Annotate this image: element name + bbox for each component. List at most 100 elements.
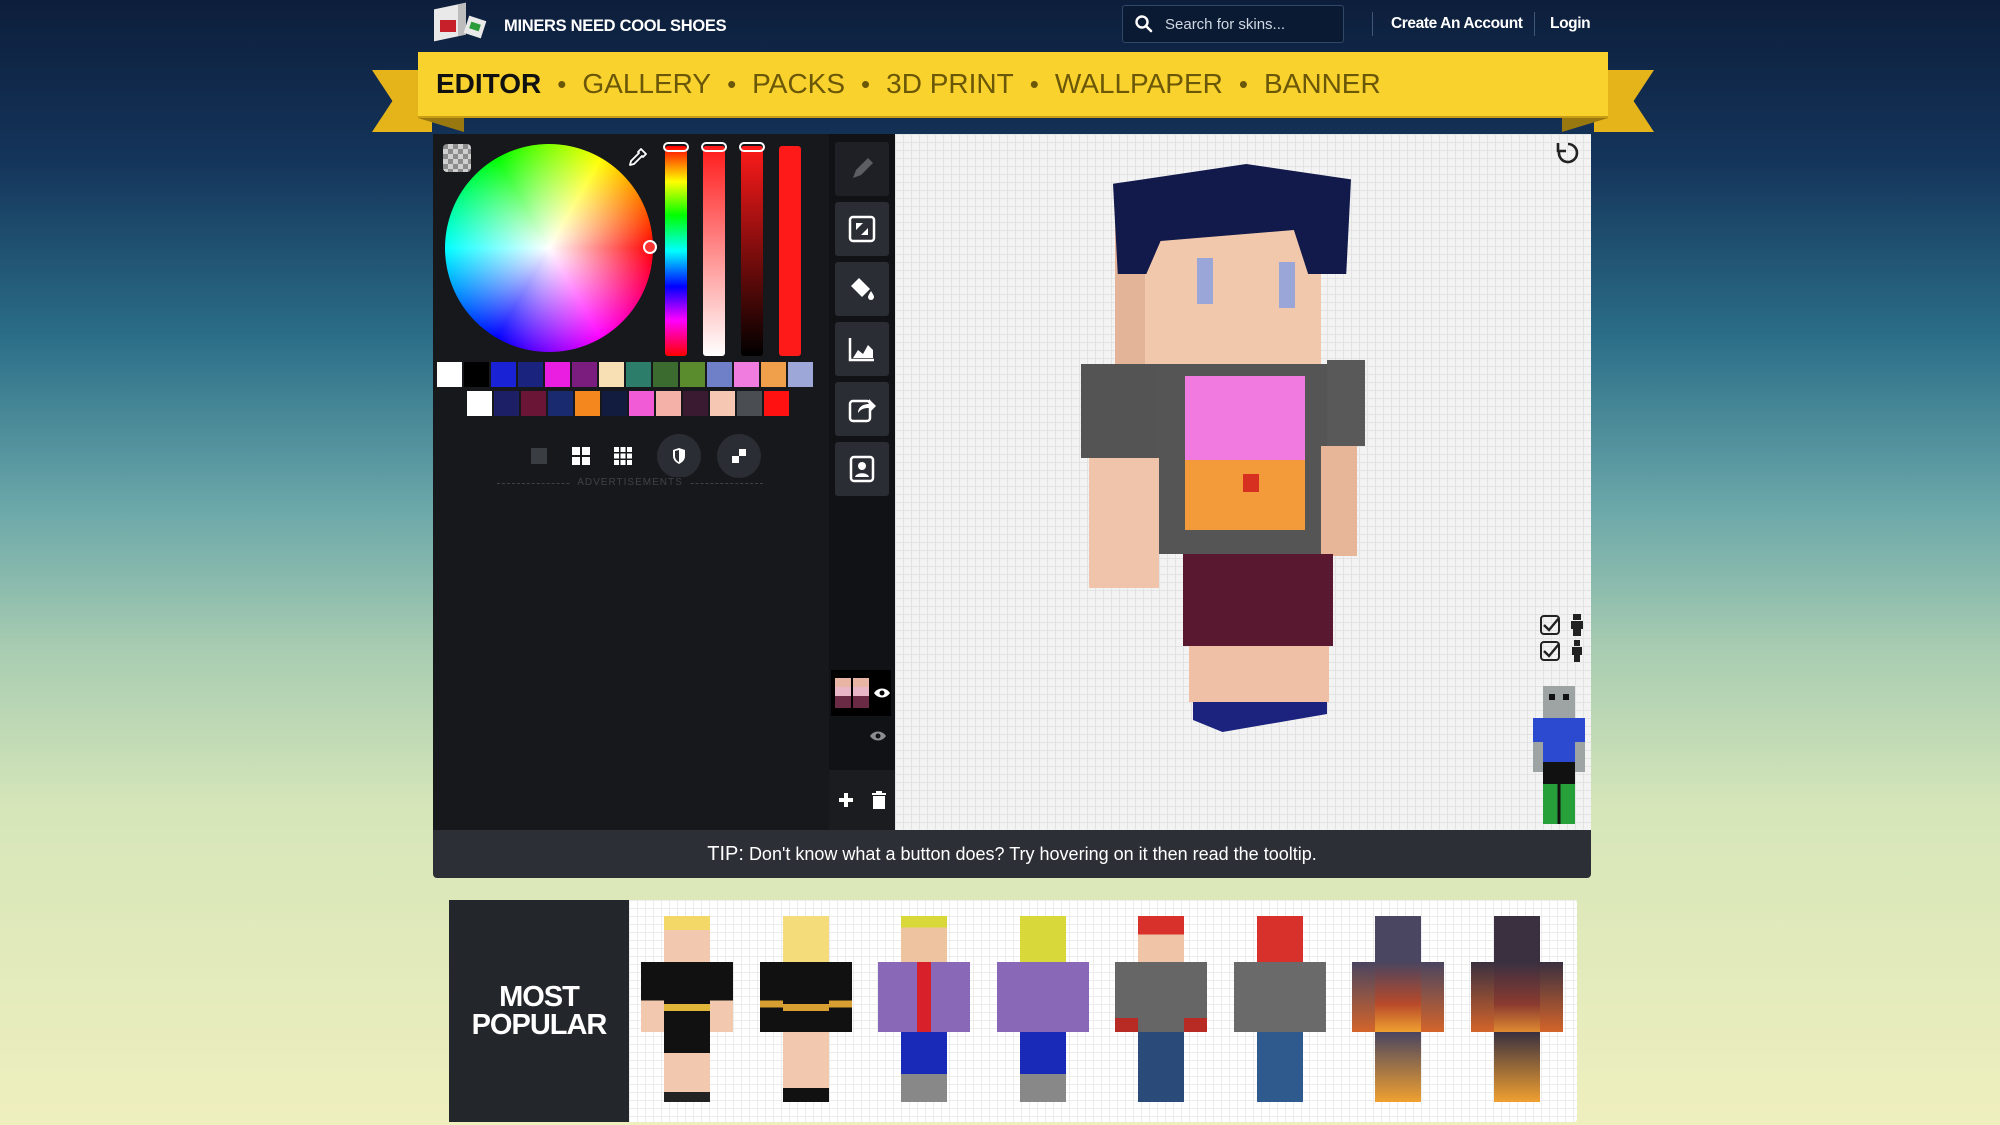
saturation-slider[interactable] <box>701 142 727 356</box>
nav-separator: • <box>1238 68 1248 99</box>
main-nav-ribbon: EDITOR • GALLERY • PACKS • 3D PRINT • WA… <box>372 52 1654 132</box>
site-logo[interactable]: MINERS NEED COOL SHOES <box>432 0 752 52</box>
login-link[interactable]: Login <box>1550 15 1591 33</box>
nav-separator: • <box>861 68 871 99</box>
popular-skin-thumbnail[interactable] <box>641 916 735 1106</box>
palette-swatch[interactable] <box>680 362 705 387</box>
color-wheel[interactable] <box>445 144 653 352</box>
palette-swatch[interactable] <box>734 362 759 387</box>
slider-knob[interactable] <box>739 142 765 152</box>
palette-swatch[interactable] <box>464 362 489 387</box>
tip-text: Don't know what a button does? Try hover… <box>748 843 1317 864</box>
model-shirt-print-top <box>1185 376 1305 460</box>
pencil-tool-button[interactable] <box>835 142 889 196</box>
pencil-icon <box>853 158 873 178</box>
palette-swatch[interactable] <box>737 391 762 416</box>
slider-knob[interactable] <box>701 142 727 152</box>
bucket-fill-tool-button[interactable] <box>835 262 889 316</box>
popular-skin-thumbnail[interactable] <box>1233 916 1328 1106</box>
brush-size-3-button[interactable] <box>605 436 641 476</box>
palette-swatch[interactable] <box>656 391 681 416</box>
base-layer-figure-icon <box>1572 640 1582 662</box>
trash-icon[interactable] <box>871 791 887 809</box>
search-input[interactable] <box>1163 14 1327 34</box>
popular-skin-thumbnail[interactable] <box>1115 916 1209 1106</box>
palette-swatch[interactable] <box>629 391 654 416</box>
palette-swatch[interactable] <box>764 391 789 416</box>
popular-skin-thumbnail[interactable] <box>878 916 972 1106</box>
model-arm-left <box>1089 458 1159 588</box>
header-divider <box>1534 12 1535 36</box>
most-popular-title-line2: POPULAR <box>471 1009 608 1041</box>
create-account-link[interactable]: Create An Account <box>1391 15 1523 33</box>
nav-item-editor[interactable]: EDITOR <box>436 68 541 100</box>
palette-swatch[interactable] <box>572 362 597 387</box>
search-box[interactable] <box>1122 5 1344 43</box>
mirror-tool-icon[interactable] <box>717 434 761 478</box>
checkbox-checked-icon[interactable] <box>1539 614 1561 636</box>
part-toggles <box>1539 614 1585 666</box>
palette-swatch[interactable] <box>437 362 462 387</box>
nav-item-3d-print[interactable]: 3D PRINT <box>886 68 1014 100</box>
eye-icon[interactable] <box>873 687 891 699</box>
nav-separator: • <box>557 68 567 99</box>
skin-upload-tool-button[interactable] <box>835 442 889 496</box>
palette-swatch[interactable] <box>602 391 627 416</box>
popular-skin-thumbnail[interactable] <box>1470 916 1565 1106</box>
palette-swatch[interactable] <box>545 362 570 387</box>
skin-2d-mini-preview <box>1533 686 1585 824</box>
checkbox-checked-icon[interactable] <box>1539 640 1561 662</box>
nav-item-wallpaper[interactable]: WALLPAPER <box>1055 68 1223 100</box>
nav-item-packs[interactable]: PACKS <box>752 68 845 100</box>
reset-view-icon[interactable] <box>1555 140 1581 166</box>
palette-swatch[interactable] <box>494 391 519 416</box>
palette-swatch[interactable] <box>788 362 813 387</box>
palette-swatch[interactable] <box>467 391 492 416</box>
transform-tool-button[interactable] <box>835 202 889 256</box>
noise-tool-button[interactable] <box>835 322 889 376</box>
layer-skin-preview <box>853 678 869 708</box>
palette-swatch[interactable] <box>518 362 543 387</box>
brush-size-1-button[interactable] <box>521 436 557 476</box>
hue-slider[interactable] <box>663 142 689 356</box>
advertisements-label: ADVERTISEMENTS <box>497 477 763 488</box>
palette-swatch[interactable] <box>575 391 600 416</box>
color-wheel-handle[interactable] <box>643 240 657 254</box>
nav-item-gallery[interactable]: GALLERY <box>582 68 711 100</box>
tip-label: TIP: <box>707 842 744 865</box>
site-name: MINERS NEED COOL SHOES <box>504 16 727 35</box>
palette-swatch[interactable] <box>683 391 708 416</box>
palette-swatch[interactable] <box>710 391 735 416</box>
palette-swatch[interactable] <box>626 362 651 387</box>
brightness-slider[interactable] <box>739 142 765 356</box>
palette-swatch[interactable] <box>521 391 546 416</box>
model-shirt-tongue <box>1243 474 1259 492</box>
popular-skin-thumbnail[interactable] <box>759 916 854 1106</box>
plus-icon[interactable] <box>837 791 855 809</box>
slider-knob[interactable] <box>663 142 689 152</box>
popular-skin-thumbnail[interactable] <box>1352 916 1446 1106</box>
eyedropper-icon[interactable] <box>623 144 651 172</box>
layer-thumbnail[interactable] <box>831 670 891 716</box>
brush-size-2-button[interactable] <box>563 436 599 476</box>
share-icon <box>848 399 876 423</box>
palette-swatch[interactable] <box>653 362 678 387</box>
tool-bar <box>829 134 895 830</box>
area-chart-icon <box>848 338 874 362</box>
model-sleeve-right <box>1327 360 1365 446</box>
shield-icon[interactable] <box>657 434 701 478</box>
search-icon <box>1135 15 1153 33</box>
skin-3d-preview[interactable] <box>895 134 1591 830</box>
skin-model[interactable] <box>1065 164 1365 744</box>
palette-swatch[interactable] <box>707 362 732 387</box>
palette-swatch[interactable] <box>548 391 573 416</box>
export-tool-button[interactable] <box>835 382 889 436</box>
palette-swatch[interactable] <box>599 362 624 387</box>
model-shorts <box>1183 554 1333 646</box>
palette-swatch[interactable] <box>491 362 516 387</box>
transparent-color-button[interactable] <box>443 144 471 172</box>
nav-item-banner[interactable]: BANNER <box>1264 68 1381 100</box>
popular-skin-thumbnail[interactable] <box>996 916 1091 1106</box>
palette-swatch[interactable] <box>761 362 786 387</box>
eye-icon[interactable] <box>869 730 887 742</box>
